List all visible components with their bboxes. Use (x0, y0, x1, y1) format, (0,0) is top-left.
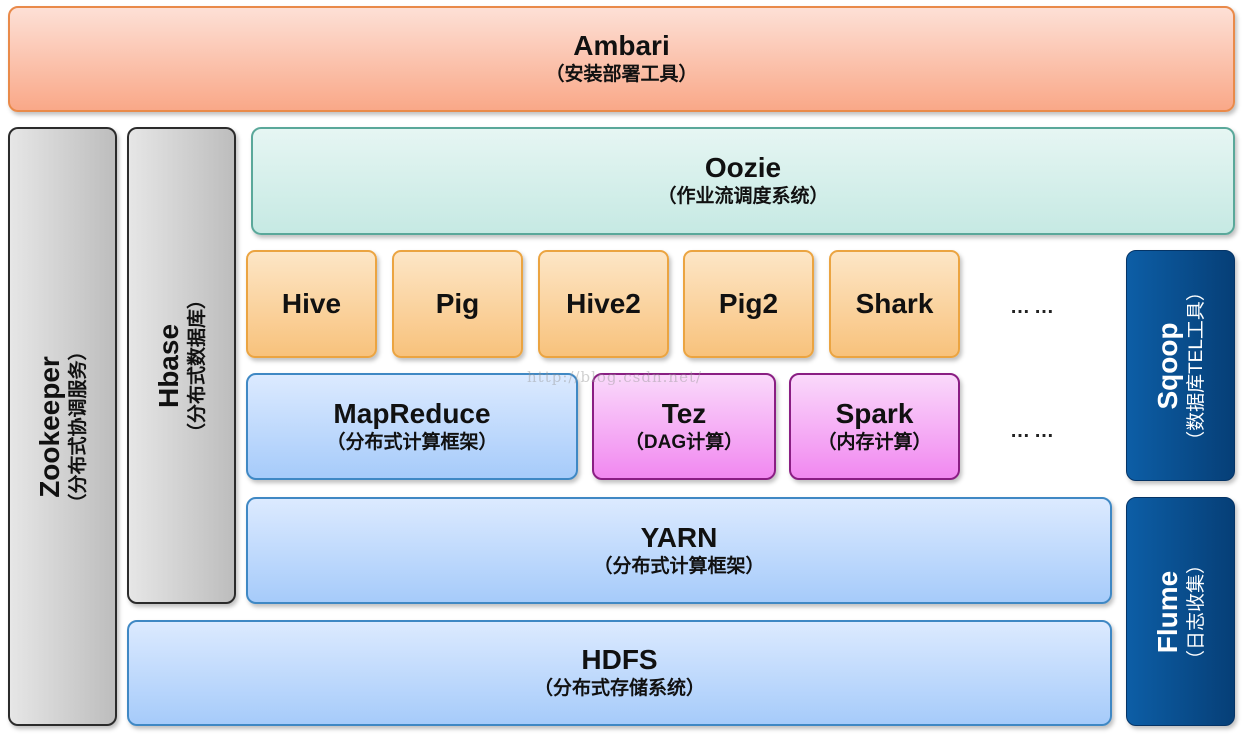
flume-desc: （日志收集） (1185, 554, 1207, 669)
hdfs-title: HDFS (581, 644, 658, 675)
hbase-box: Hbase （分布式数据库） (127, 127, 236, 604)
hdfs-desc: （分布式存储系统） (533, 678, 705, 699)
mapreduce-box: MapReduce （分布式计算框架） (246, 373, 578, 480)
yarn-title: YARN (640, 521, 718, 553)
mapreduce-title: MapReduce (333, 397, 491, 429)
tool-box-pig: Pig (392, 250, 523, 358)
zookeeper-desc: （分布式协调服务） (67, 340, 89, 513)
ellipsis-row2: …… (1010, 420, 1058, 442)
yarn-desc: （分布式计算框架） (593, 555, 765, 577)
spark-title: Spark (835, 397, 914, 429)
tool-title: Hive2 (566, 288, 641, 319)
hbase-desc: （分布式数据库） (186, 289, 208, 442)
zookeeper-box: Zookeeper （分布式协调服务） (8, 127, 117, 726)
flume-box: Flume （日志收集） (1126, 497, 1235, 726)
tool-box-hive2: Hive2 (538, 250, 669, 358)
sqoop-title: Sqoop (1151, 321, 1183, 410)
sqoop-desc: （数据库TEL工具） (1185, 281, 1207, 450)
ambari-desc: （安装部署工具） (545, 64, 698, 85)
hbase-title: Hbase (152, 323, 184, 408)
ambari-title: Ambari (573, 30, 670, 61)
tez-box: Tez （DAG计算） (592, 373, 776, 480)
zookeeper-title: Zookeeper (33, 355, 65, 498)
tool-title: Pig (435, 288, 480, 319)
tool-box-pig2: Pig2 (683, 250, 814, 358)
ambari-box: Ambari （安装部署工具） (8, 6, 1235, 112)
oozie-box: Oozie （作业流调度系统） (251, 127, 1235, 235)
tez-title: Tez (661, 397, 707, 429)
watermark: http://blog.csdn.net/ (527, 368, 703, 386)
yarn-box: YARN （分布式计算框架） (246, 497, 1112, 604)
ellipsis-row1: …… (1010, 296, 1058, 318)
tool-title: Pig2 (718, 288, 779, 319)
hdfs-box: HDFS （分布式存储系统） (127, 620, 1112, 726)
sqoop-box: Sqoop （数据库TEL工具） (1126, 250, 1235, 481)
spark-desc: （内存计算） (817, 431, 932, 453)
tool-title: Shark (855, 288, 934, 319)
mapreduce-desc: （分布式计算框架） (326, 431, 498, 453)
oozie-title: Oozie (704, 152, 782, 183)
spark-box: Spark （内存计算） (789, 373, 960, 480)
tool-title: Hive (281, 288, 342, 319)
tez-desc: （DAG计算） (624, 431, 744, 453)
oozie-desc: （作业流调度系统） (657, 186, 829, 207)
flume-title: Flume (1151, 570, 1183, 653)
tool-box-hive: Hive (246, 250, 377, 358)
tool-box-shark: Shark (829, 250, 960, 358)
